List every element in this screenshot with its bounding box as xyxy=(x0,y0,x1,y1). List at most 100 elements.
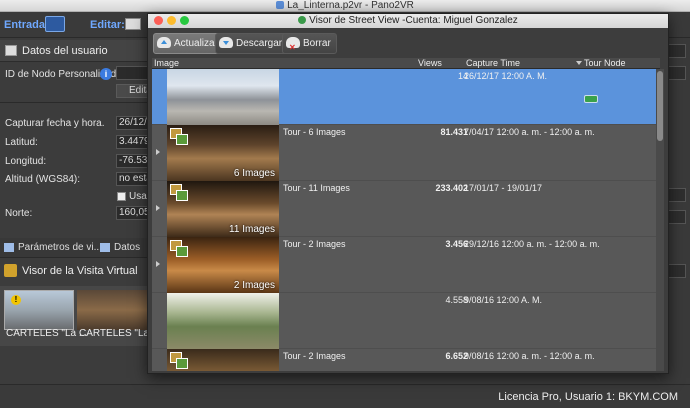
refresh-button[interactable]: Actualizar xyxy=(153,33,224,54)
user-data-icon xyxy=(5,45,17,56)
minimize-window-button[interactable] xyxy=(167,16,176,25)
tour-viewer-header[interactable]: Visor de la Visita Virtual xyxy=(0,260,150,282)
download-button[interactable]: Descargar xyxy=(215,33,289,54)
image-count: 2 Images xyxy=(233,280,275,291)
image-count: 6 Images xyxy=(233,168,275,179)
row-name: Tour - 11 Images xyxy=(283,183,350,193)
altitude-field[interactable]: no esta xyxy=(116,172,150,186)
tab-viewer-params[interactable]: Parámetros de vi... xyxy=(0,238,102,258)
left-tabs: Parámetros de vi... Datos ... xyxy=(0,238,150,273)
row-views: 233.402 xyxy=(435,183,468,193)
thumbnail-1[interactable]: ! xyxy=(4,290,74,330)
download-button-label: Descargar xyxy=(236,38,283,49)
table-row[interactable]: 2 Images Tour - 2 Images 3.456 29/12/16 12:… xyxy=(152,237,656,293)
main-window-title: La_Linterna.p2vr - Pano2VR xyxy=(287,0,414,11)
data-icon xyxy=(100,243,110,252)
table-header: Image Views Capture Time Tour Node xyxy=(152,58,660,69)
row-capture-time: 7/04/17 12:00 a. m. - 12:00 a. m. xyxy=(464,127,595,137)
north-field[interactable]: 160,05 xyxy=(116,206,150,220)
longitude-label: Longitud: xyxy=(5,156,47,167)
user-data-header[interactable]: Datos del usuario xyxy=(0,40,150,62)
close-window-button[interactable] xyxy=(154,16,163,25)
delete-button-label: Borrar xyxy=(303,38,331,49)
row-views: 4.558 xyxy=(445,295,468,305)
row-views: 14 xyxy=(457,71,468,81)
expand-arrow-icon[interactable] xyxy=(156,261,160,267)
table-scrollbar[interactable] xyxy=(656,69,664,371)
sort-descending-icon xyxy=(576,61,582,65)
row-name: Tour - 2 Images xyxy=(283,351,346,361)
tour-viewer-icon xyxy=(4,264,17,277)
dialog-title: Visor de Street View -Cuenta: Miguel Gon… xyxy=(309,15,518,26)
tour-stack-icon xyxy=(170,128,192,148)
north-label: Norte: xyxy=(5,208,33,219)
thumbnail-2[interactable] xyxy=(77,290,147,330)
row-name: Tour - 6 Images xyxy=(283,127,346,137)
table-row[interactable]: 14 26/12/17 12:00 A. M. xyxy=(152,69,656,125)
viewer-params-icon xyxy=(4,243,14,252)
tour-viewer-title: Visor de la Visita Virtual xyxy=(22,265,138,277)
input-panorama-icon[interactable] xyxy=(45,16,65,32)
info-icon[interactable]: i xyxy=(100,68,112,80)
row-views: 6.652 xyxy=(445,351,468,361)
row-views: 81.431 xyxy=(440,127,468,137)
table-row[interactable]: 6 Images Tour - 6 Images 81.431 7/04/17 12:… xyxy=(152,125,656,181)
row-name: Tour - 2 Images xyxy=(283,239,346,249)
column-views[interactable]: Views xyxy=(418,58,442,69)
expand-arrow-icon[interactable] xyxy=(156,149,160,155)
longitude-field[interactable]: -76.539 xyxy=(116,154,150,168)
tab-viewer-params-label: Parámetros de vi... xyxy=(18,242,102,253)
separator xyxy=(0,102,150,103)
edit-button[interactable]: Edita xyxy=(116,84,150,98)
row-capture-time: 26/12/17 12:00 A. M. xyxy=(464,71,548,81)
scrollbar-thumb[interactable] xyxy=(657,71,663,141)
latitude-field[interactable]: 3.44792 xyxy=(116,135,150,149)
panorama-thumbnail xyxy=(167,293,279,349)
tour-stack-icon xyxy=(170,240,192,260)
dialog-toolbar: Actualizar Descargar ✕ Borrar xyxy=(148,28,668,58)
thumbnail-1-caption: CARTELES "La ... xyxy=(6,328,88,339)
table-row[interactable]: 4.558 9/08/16 12:00 A. M. xyxy=(152,293,656,349)
row-capture-time: 17/01/17 - 19/01/17 xyxy=(464,183,543,193)
street-view-icon xyxy=(298,16,307,25)
status-bar: Licencia Pro, Usuario 1: BKYM.COM xyxy=(0,384,690,408)
tour-node-icon[interactable] xyxy=(584,95,598,103)
tour-thumbnails: ! CARTELES "La ... CARTELES "La ... xyxy=(0,286,160,346)
panorama-thumbnail: 6 Images xyxy=(167,125,279,181)
node-id-field[interactable] xyxy=(116,66,150,80)
delete-button[interactable]: ✕ Borrar xyxy=(282,33,337,54)
table-row[interactable]: Tour - 2 Images 6.652 9/08/16 12:00 a. m. … xyxy=(152,349,656,371)
row-capture-time: 9/08/16 12:00 A. M. xyxy=(464,295,543,305)
expand-arrow-icon[interactable] xyxy=(156,205,160,211)
entrada-label: Entrada: xyxy=(4,19,49,31)
row-capture-time: 9/08/16 12:00 a. m. - 12:00 a. m. xyxy=(464,351,595,361)
column-image[interactable]: Image xyxy=(154,58,179,69)
latitude-label: Latitud: xyxy=(5,137,38,148)
left-panel: Datos del usuario ID de Nodo Personaliza… xyxy=(0,38,160,384)
license-text: Licencia Pro, Usuario 1: BKYM.COM xyxy=(498,391,678,403)
delete-x-icon: ✕ xyxy=(289,43,296,52)
upload-arrow-icon xyxy=(161,40,167,44)
main-window-titlebar: La_Linterna.p2vr - Pano2VR xyxy=(0,0,690,12)
panorama-thumbnail: 11 Images xyxy=(167,181,279,237)
warning-icon: ! xyxy=(11,295,21,305)
row-capture-time: 29/12/16 12:00 a. m. - 12:00 a. m. xyxy=(464,239,600,249)
tab-data[interactable]: Datos ... xyxy=(96,238,150,273)
maximize-window-button[interactable] xyxy=(180,16,189,25)
column-tour-node[interactable]: Tour Node xyxy=(584,58,626,69)
dialog-titlebar: Visor de Street View -Cuenta: Miguel Gon… xyxy=(148,14,668,28)
panorama-thumbnail: 2 Images xyxy=(167,237,279,293)
panorama-thumbnail xyxy=(167,69,279,125)
edit-grid-icon[interactable] xyxy=(125,18,141,30)
editar-label: Editar: xyxy=(90,19,125,31)
capture-date-field[interactable]: 26/12/1 xyxy=(116,116,150,130)
user-data-title: Datos del usuario xyxy=(22,45,108,57)
tour-stack-icon xyxy=(170,352,192,371)
use-checkbox[interactable] xyxy=(117,192,126,201)
row-views: 3.456 xyxy=(445,239,468,249)
refresh-button-label: Actualizar xyxy=(174,38,218,49)
tour-stack-icon xyxy=(170,184,192,204)
street-view-dialog: Visor de Street View -Cuenta: Miguel Gon… xyxy=(147,13,669,374)
column-capture-time[interactable]: Capture Time xyxy=(466,58,520,69)
table-row[interactable]: 11 Images Tour - 11 Images 233.402 17/01/17… xyxy=(152,181,656,237)
